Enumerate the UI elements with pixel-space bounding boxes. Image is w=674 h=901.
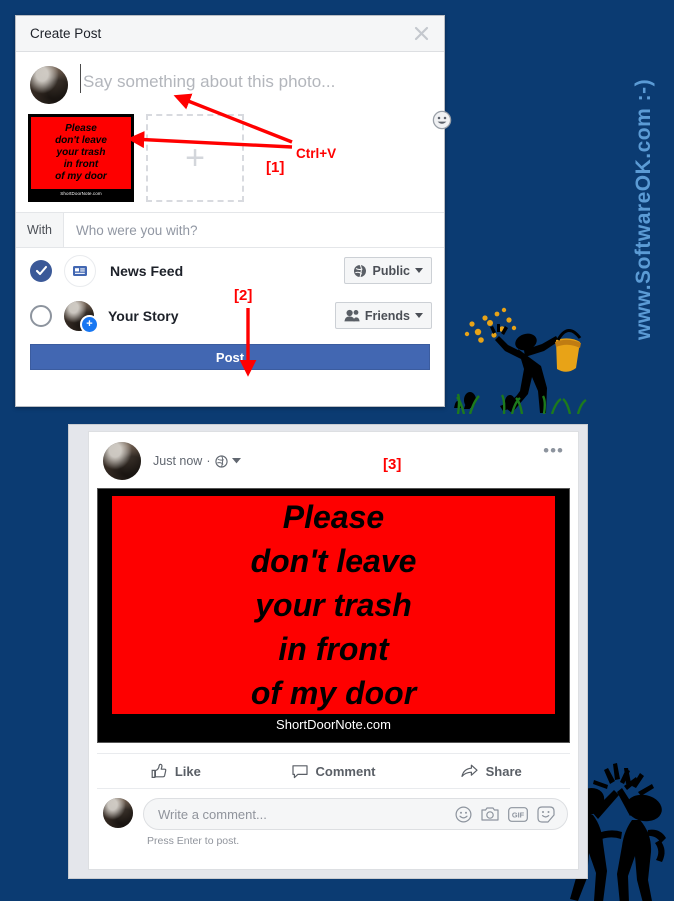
sticker-glyph (537, 805, 555, 823)
emoji-smiley-icon[interactable] (432, 110, 452, 130)
avatar (103, 798, 133, 828)
thumbnail-sign-line: of my door (55, 171, 107, 182)
media-attachments-row: Please don't leave your trash in front o… (16, 108, 444, 212)
sign-line: of my door (250, 674, 417, 711)
more-options-icon[interactable]: ••• (543, 442, 564, 459)
comment-composer-row: Write a comment... GIF Press Enter to po… (89, 789, 578, 847)
news-feed-icon (64, 254, 96, 287)
post-button[interactable]: Post (30, 344, 430, 370)
thumbnail-sign-line: Please (65, 123, 97, 134)
privacy-label-friends: Friends (364, 308, 410, 323)
privacy-selector-public[interactable]: Public (344, 257, 432, 284)
close-x-glyph (414, 26, 428, 41)
softwareok-watermark: www.SoftwareOK.com :-) (632, 78, 655, 340)
globe-icon (354, 264, 367, 277)
post-header: Just now · [3] ••• (89, 432, 578, 488)
comment-icon-group: GIF (455, 805, 555, 823)
story-avatar-wrapper: + (64, 300, 99, 334)
your-story-label: Your Story (108, 307, 179, 324)
svg-text:GIF: GIF (512, 810, 525, 819)
attached-photo-thumbnail[interactable]: Please don't leave your trash in front o… (28, 114, 134, 202)
create-post-dialog: Create Post Say something about this pho… (15, 15, 452, 407)
friends-icon (344, 309, 360, 322)
sign-line: in front (278, 630, 389, 667)
emoji-smiley-glyph (455, 805, 472, 823)
composer-input-wrapper[interactable]: Say something about this photo... (68, 64, 430, 93)
comment-input-box[interactable]: Write a comment... GIF (143, 798, 568, 830)
chevron-down-icon (415, 267, 423, 273)
composer-placeholder: Say something about this photo... (80, 64, 335, 93)
share-arrow-icon (461, 764, 478, 777)
annotation-step-3: [3] (383, 456, 402, 473)
sticker-icon[interactable] (537, 805, 555, 823)
post-meta: Just now · (153, 454, 241, 468)
check-icon (35, 265, 47, 276)
comment-label: Comment (315, 763, 376, 779)
share-label: Share (485, 763, 522, 779)
chevron-down-icon[interactable] (231, 458, 241, 464)
comment-composer: Write a comment... GIF Press Enter to po… (143, 798, 568, 847)
gif-glyph: GIF (508, 806, 528, 822)
with-label: With (16, 213, 64, 247)
composer-row: Say something about this photo... (16, 52, 444, 108)
avatar (103, 442, 141, 480)
dialog-titlebar: Create Post (16, 16, 444, 52)
privacy-label-public: Public (372, 263, 410, 278)
audience-row-news-feed[interactable]: News Feed Public (16, 248, 444, 293)
emoji-smiley-glyph (432, 110, 452, 130)
chevron-down-icon (415, 312, 423, 318)
comment-placeholder: Write a comment... (158, 806, 267, 822)
close-icon[interactable] (408, 21, 434, 47)
thumbnail-sign-credit: ShortDoorNote.com (60, 191, 102, 196)
sign-line: don't leave (250, 542, 417, 579)
plus-icon: + (185, 139, 205, 177)
audience-row-your-story[interactable]: + Your Story Friends (16, 293, 444, 338)
like-button[interactable]: Like (97, 754, 255, 788)
thumbnail-sign-line: in front (63, 159, 99, 170)
runner-with-basket-decoration (454, 307, 587, 414)
thumbs-up-icon (151, 763, 167, 778)
with-input[interactable]: Who were you with? (64, 223, 444, 238)
dialog-title: Create Post (30, 26, 102, 41)
gif-icon[interactable]: GIF (508, 806, 528, 822)
post-timestamp[interactable]: Just now (153, 454, 202, 468)
emoji-smiley-icon[interactable] (455, 805, 472, 823)
comment-bubble-icon (291, 764, 308, 778)
with-row: With Who were you with? (16, 212, 444, 248)
post-meta-separator: · (206, 454, 211, 468)
avatar (30, 66, 68, 104)
post-image[interactable]: Please don't leave your trash in front o… (97, 488, 570, 743)
news-feed-label: News Feed (110, 262, 184, 279)
globe-icon[interactable] (214, 454, 228, 468)
camera-glyph (481, 807, 499, 821)
your-story-radio[interactable] (30, 304, 52, 327)
comment-button[interactable]: Comment (255, 754, 413, 788)
feed-preview-panel: Just now · [3] ••• Please don't leave yo… (68, 424, 588, 879)
thumbnail-sign-line: don't leave (55, 135, 107, 146)
share-button[interactable]: Share (412, 754, 570, 788)
news-feed-glyph (73, 265, 87, 276)
like-label: Like (174, 763, 201, 779)
add-story-plus-icon[interactable]: + (80, 314, 99, 334)
news-feed-selected-checkbox[interactable] (30, 259, 52, 282)
post-action-bar: Like Comment Share (97, 753, 570, 789)
sign-line: Please (282, 498, 385, 535)
sign-line: your trash (255, 586, 412, 623)
thumbnail-sign-plate: Please don't leave your trash in front o… (31, 117, 131, 189)
sign-credit: ShortDoorNote.com (276, 716, 391, 732)
press-enter-hint: Press Enter to post. (147, 835, 240, 847)
privacy-selector-friends[interactable]: Friends (334, 302, 432, 329)
add-photo-button[interactable]: + (146, 114, 244, 202)
camera-icon[interactable] (481, 806, 499, 822)
thumbnail-sign-line: your trash (56, 147, 106, 158)
sign-plate: Please don't leave your trash in front o… (112, 495, 555, 714)
feed-post-card: Just now · [3] ••• Please don't leave yo… (88, 431, 579, 870)
